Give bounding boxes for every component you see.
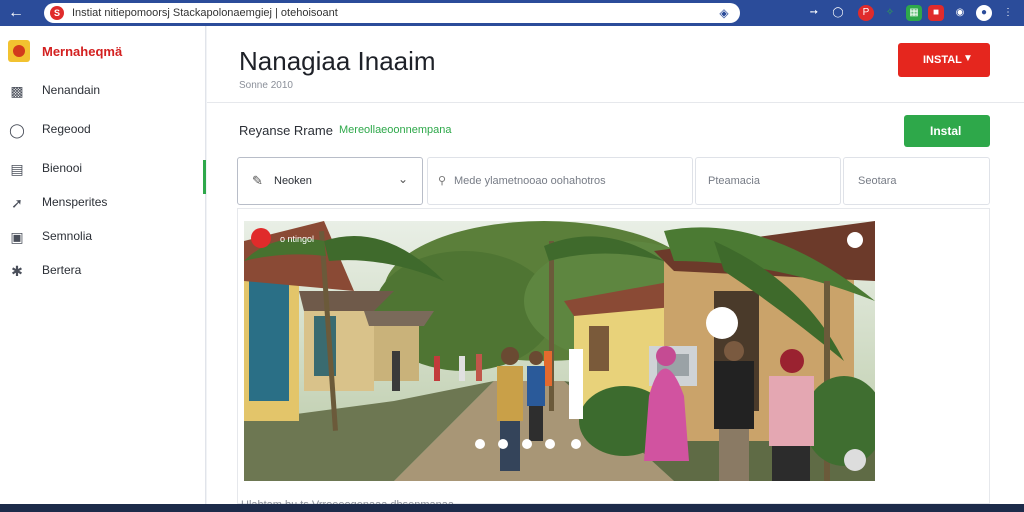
- carousel-dot[interactable]: [522, 439, 532, 449]
- category-select-value: Neoken: [274, 175, 312, 187]
- section-title: Reyanse Rrame: [239, 123, 333, 138]
- sidebar-item-6[interactable]: ✱ Bertera: [0, 254, 206, 288]
- os-taskbar: [0, 504, 1024, 512]
- pdf-extension-icon[interactable]: ■: [928, 5, 944, 21]
- back-arrow-icon[interactable]: ←: [6, 3, 26, 23]
- sidebar-item-label: Nenandain: [42, 83, 101, 97]
- install-button[interactable]: Instal: [904, 115, 990, 147]
- sidebar-item-label: Bertera: [42, 263, 82, 277]
- info-icon[interactable]: [847, 232, 863, 248]
- sidebar-item-4[interactable]: ➚ Mensperites: [0, 186, 206, 220]
- chart-icon: ▤: [10, 161, 24, 177]
- install-dropdown-button[interactable]: INSTAL ▼: [898, 43, 990, 77]
- filter-field-3[interactable]: Pteamacia: [695, 157, 841, 205]
- filter-field-4-placeholder: Seotara: [858, 175, 897, 187]
- brand-name: Mernaheqmä: [42, 44, 123, 59]
- carousel-dot[interactable]: [498, 439, 508, 449]
- carousel-dot[interactable]: [571, 439, 581, 449]
- page-title: Nanagiaa Inaaim: [239, 46, 436, 76]
- url-text: Instiat nitiepomoorsj Stackapolonaemgiej…: [72, 7, 338, 19]
- carousel-dot[interactable]: [475, 439, 485, 449]
- photo-overlay-label: o ntingol: [280, 234, 314, 244]
- sidebar-item-5[interactable]: ▣ Semnolia: [0, 220, 206, 254]
- clock-icon: ◯: [9, 122, 25, 138]
- brand-logo-icon: [8, 40, 30, 62]
- chevron-down-icon: ⌄: [397, 172, 408, 186]
- active-item-indicator: [203, 160, 206, 194]
- install-button-label: Instal: [930, 124, 962, 138]
- bookmark-icon[interactable]: ◈: [716, 5, 732, 21]
- pin-extension-icon[interactable]: ➙: [806, 5, 822, 21]
- carousel-dot[interactable]: [545, 439, 555, 449]
- pin-icon: ➚: [11, 195, 23, 211]
- category-select[interactable]: ✎ Neoken ⌄: [237, 157, 423, 205]
- location-placeholder: Mede ylametnooao oohahotros: [454, 175, 606, 187]
- sidebar-item-label: Regeood: [42, 122, 91, 136]
- section-link[interactable]: Mereollaeoonnempana: [339, 124, 452, 136]
- filter-field-3-placeholder: Pteamacia: [708, 175, 760, 187]
- location-pin-icon: ⚲: [438, 175, 447, 187]
- star-icon: ✱: [11, 263, 23, 279]
- translate-extension-icon[interactable]: ◯: [830, 5, 846, 21]
- install-dropdown-label: INSTAL: [923, 54, 962, 66]
- chevron-down-icon: ▼: [963, 53, 973, 64]
- evernote-extension-icon[interactable]: ✧: [882, 5, 898, 21]
- pinterest-extension-icon[interactable]: P: [858, 5, 874, 21]
- sidebar-item-2[interactable]: ◯ Regeood: [0, 113, 206, 147]
- photo-icon: ▣: [10, 229, 24, 245]
- photo-illustration: o ntingol: [244, 221, 875, 481]
- browser-toolbar: ← S Instiat nitiepomoorsj Stackapolonaem…: [0, 0, 1024, 26]
- circle-extension-icon[interactable]: ◉: [952, 5, 968, 21]
- main-panel: Nanagiaa Inaaim Sonne 2010 INSTAL ▼ Reya…: [207, 26, 1024, 511]
- sidebar-item-3[interactable]: ▤ Bienooi: [0, 152, 206, 186]
- sheets-extension-icon[interactable]: ▦: [906, 5, 922, 21]
- header-divider: [207, 102, 1024, 103]
- sidebar-item-label: Mensperites: [42, 195, 108, 209]
- pencil-icon: ✎: [252, 173, 263, 188]
- chrome-extension-icon[interactable]: ●: [976, 5, 992, 21]
- sidebar: Mernaheqmä ▩ Nenandain ◯ Regeood ▤ Bieno…: [0, 26, 206, 504]
- sidebar-item-1[interactable]: ▩ Nenandain: [0, 74, 206, 108]
- menu-dots-icon[interactable]: ⋮: [1000, 5, 1016, 21]
- gallery-icon: ▩: [10, 83, 24, 99]
- filter-field-4[interactable]: Seotara: [843, 157, 990, 205]
- page-subtitle: Sonne 2010: [239, 80, 293, 91]
- village-street-photo[interactable]: o ntingol: [244, 221, 875, 481]
- sidebar-item-label: Semnolia: [42, 229, 93, 243]
- photo-card: o ntingol: [237, 208, 990, 504]
- play-badge-icon[interactable]: [251, 228, 271, 248]
- site-favicon-icon: S: [50, 6, 64, 20]
- fullscreen-icon[interactable]: [844, 449, 866, 471]
- address-bar[interactable]: S Instiat nitiepomoorsj Stackapolonaemgi…: [44, 3, 740, 23]
- location-input[interactable]: ⚲ Mede ylametnooao oohahotros: [427, 157, 693, 205]
- sidebar-item-label: Bienooi: [42, 161, 83, 175]
